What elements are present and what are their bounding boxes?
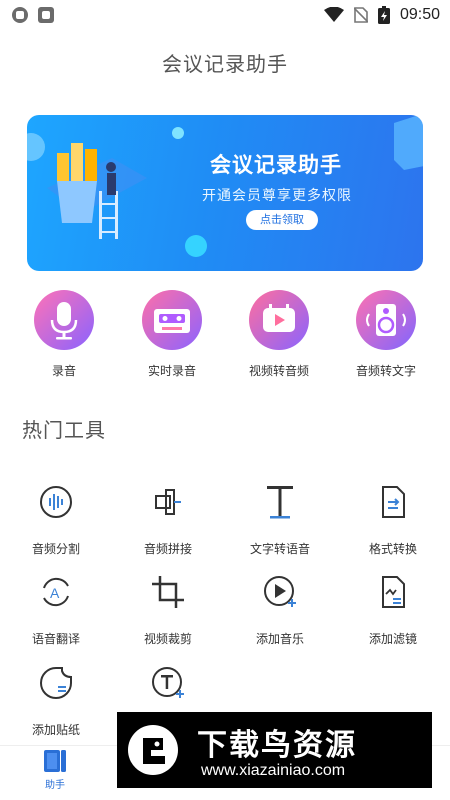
- watermark-overlay: 下载鸟资源 www.xiazainiao.com: [117, 712, 432, 788]
- tool-label: 音频分割: [31, 542, 80, 556]
- feature-label: 实时录音: [147, 364, 196, 378]
- decor-circle: [172, 127, 184, 139]
- section-title-hot-tools: 热门工具: [22, 418, 106, 442]
- shield-icon: [12, 7, 28, 23]
- tool-label: 视频裁剪: [143, 632, 192, 646]
- tool-add-sticker[interactable]: 添加贴纸: [6, 663, 106, 738]
- feature-label: 视频转音频: [248, 364, 309, 378]
- file-filter-icon: [382, 576, 405, 608]
- no-sim-icon: [353, 7, 368, 23]
- tool-text-to-speech[interactable]: 文字转语音: [230, 482, 330, 557]
- svg-text:A: A: [50, 585, 60, 601]
- play-add-icon: [264, 576, 296, 607]
- tool-label: 文字转语音: [249, 542, 310, 556]
- tool-format-convert[interactable]: 格式转换: [343, 482, 443, 557]
- tool-audio-join[interactable]: 音频拼接: [118, 482, 218, 557]
- feature-row: 录音 实时录音 视频转音频 音频转文字: [0, 290, 450, 385]
- text-add-icon: [152, 667, 184, 698]
- banner-subtitle: 开通会员尊享更多权限: [202, 188, 352, 204]
- microphone-icon: [34, 290, 94, 350]
- claim-button[interactable]: 点击领取: [246, 210, 318, 230]
- status-time: 09:50: [399, 6, 440, 23]
- tool-label: 添加音乐: [255, 632, 304, 646]
- promo-banner[interactable]: 会议记录助手 开通会员尊享更多权限 点击领取: [27, 115, 423, 271]
- tool-label: 添加贴纸: [31, 723, 80, 737]
- tool-voice-translate[interactable]: A 语音翻译: [6, 572, 106, 647]
- nav-label: 助手: [45, 780, 65, 791]
- video-play-icon: [249, 290, 309, 350]
- watermark-title: 下载鸟资源: [197, 728, 357, 763]
- tool-label: 添加滤镜: [368, 632, 417, 646]
- status-bar: 09:50: [0, 0, 450, 30]
- feature-label: 音频转文字: [355, 364, 416, 378]
- feature-label: 录音: [51, 364, 76, 378]
- translate-icon: A: [43, 577, 69, 607]
- nav-item-assistant[interactable]: 助手: [10, 748, 100, 791]
- waveform-icon: [40, 486, 72, 518]
- feature-audio-to-text[interactable]: 音频转文字: [336, 290, 436, 379]
- feature-realtime-record[interactable]: 实时录音: [122, 290, 222, 379]
- feature-record[interactable]: 录音: [14, 290, 114, 379]
- feature-video-to-audio[interactable]: 视频转音频: [229, 290, 329, 379]
- banner-illustration: [47, 143, 147, 239]
- tool-label: 格式转换: [368, 542, 417, 556]
- tool-video-crop[interactable]: 视频裁剪: [118, 572, 218, 647]
- sticker-icon: [40, 667, 72, 699]
- tool-label: 语音翻译: [31, 632, 80, 646]
- page-title: 会议记录助手: [162, 52, 288, 76]
- text-t-icon: [267, 486, 293, 519]
- crop-icon: [152, 576, 184, 608]
- decor-circle: [185, 235, 207, 257]
- bird-logo-icon: [128, 725, 178, 775]
- speaker-icon: [356, 290, 416, 350]
- tool-add-music[interactable]: 添加音乐: [230, 572, 330, 647]
- tool-audio-split[interactable]: 音频分割: [6, 482, 106, 557]
- decor-cube-icon: [394, 115, 423, 170]
- join-icon: [155, 489, 181, 515]
- watermark-url: www.xiazainiao.com: [201, 762, 346, 779]
- wifi-icon: [323, 7, 344, 22]
- book-icon: [44, 750, 66, 772]
- tool-add-filter[interactable]: 添加滤镜: [343, 572, 443, 647]
- banner-title: 会议记录助手: [210, 153, 342, 177]
- file-convert-icon: [382, 486, 405, 518]
- tool-label: 音频拼接: [143, 542, 192, 556]
- a-letter-icon: [38, 7, 54, 23]
- battery-charging-icon: [377, 6, 390, 24]
- cassette-icon: [142, 290, 202, 350]
